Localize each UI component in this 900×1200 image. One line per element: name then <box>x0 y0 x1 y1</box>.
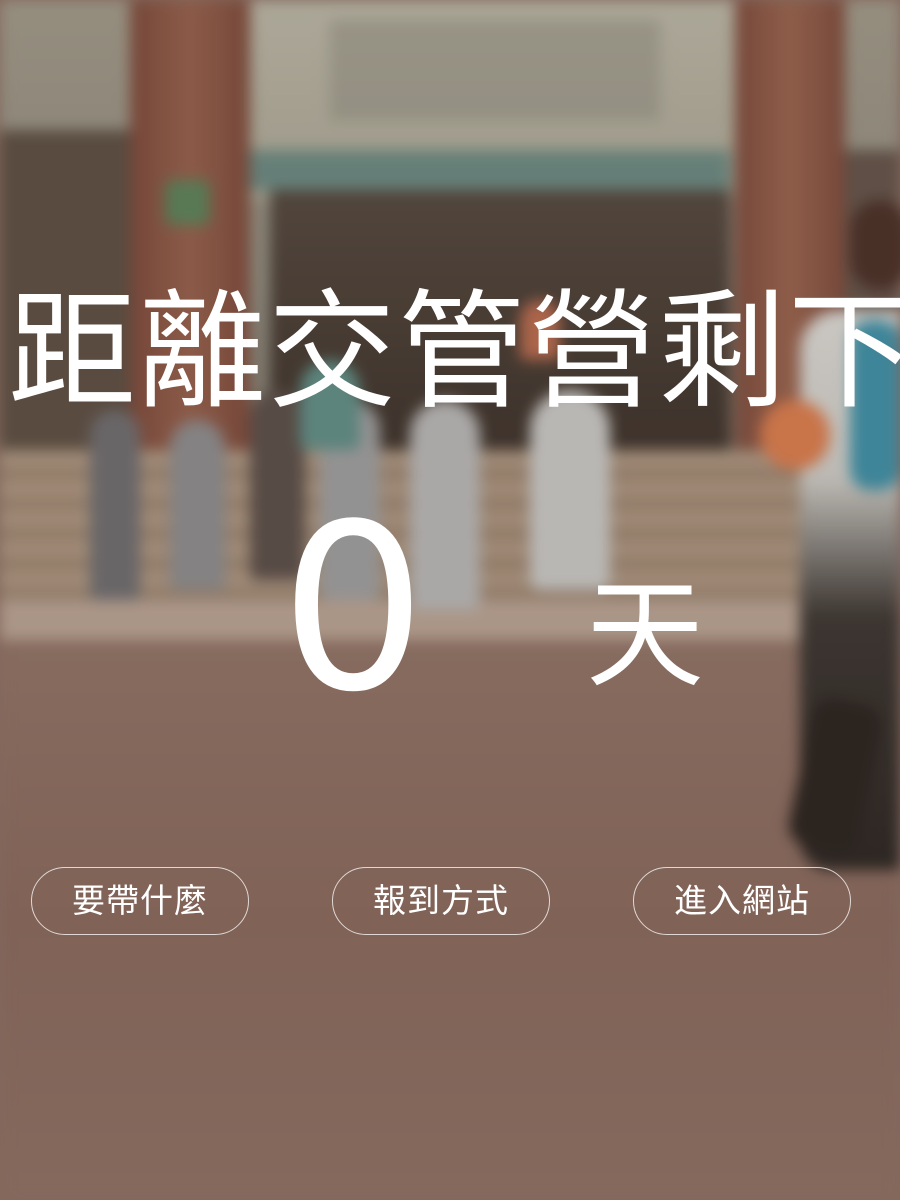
enter-site-button[interactable]: 進入網站 <box>633 867 851 935</box>
countdown-page: 距離交管營剩下 0 天 要帶什麼 報到方式 進入網站 <box>0 0 900 1200</box>
what-to-bring-button[interactable]: 要帶什麼 <box>31 867 249 935</box>
countdown-headline: 距離交管營剩下 <box>8 278 900 427</box>
check-in-method-button[interactable]: 報到方式 <box>332 867 550 935</box>
countdown-days-value: 0 <box>280 476 427 743</box>
countdown-days-unit: 天 <box>585 566 704 704</box>
